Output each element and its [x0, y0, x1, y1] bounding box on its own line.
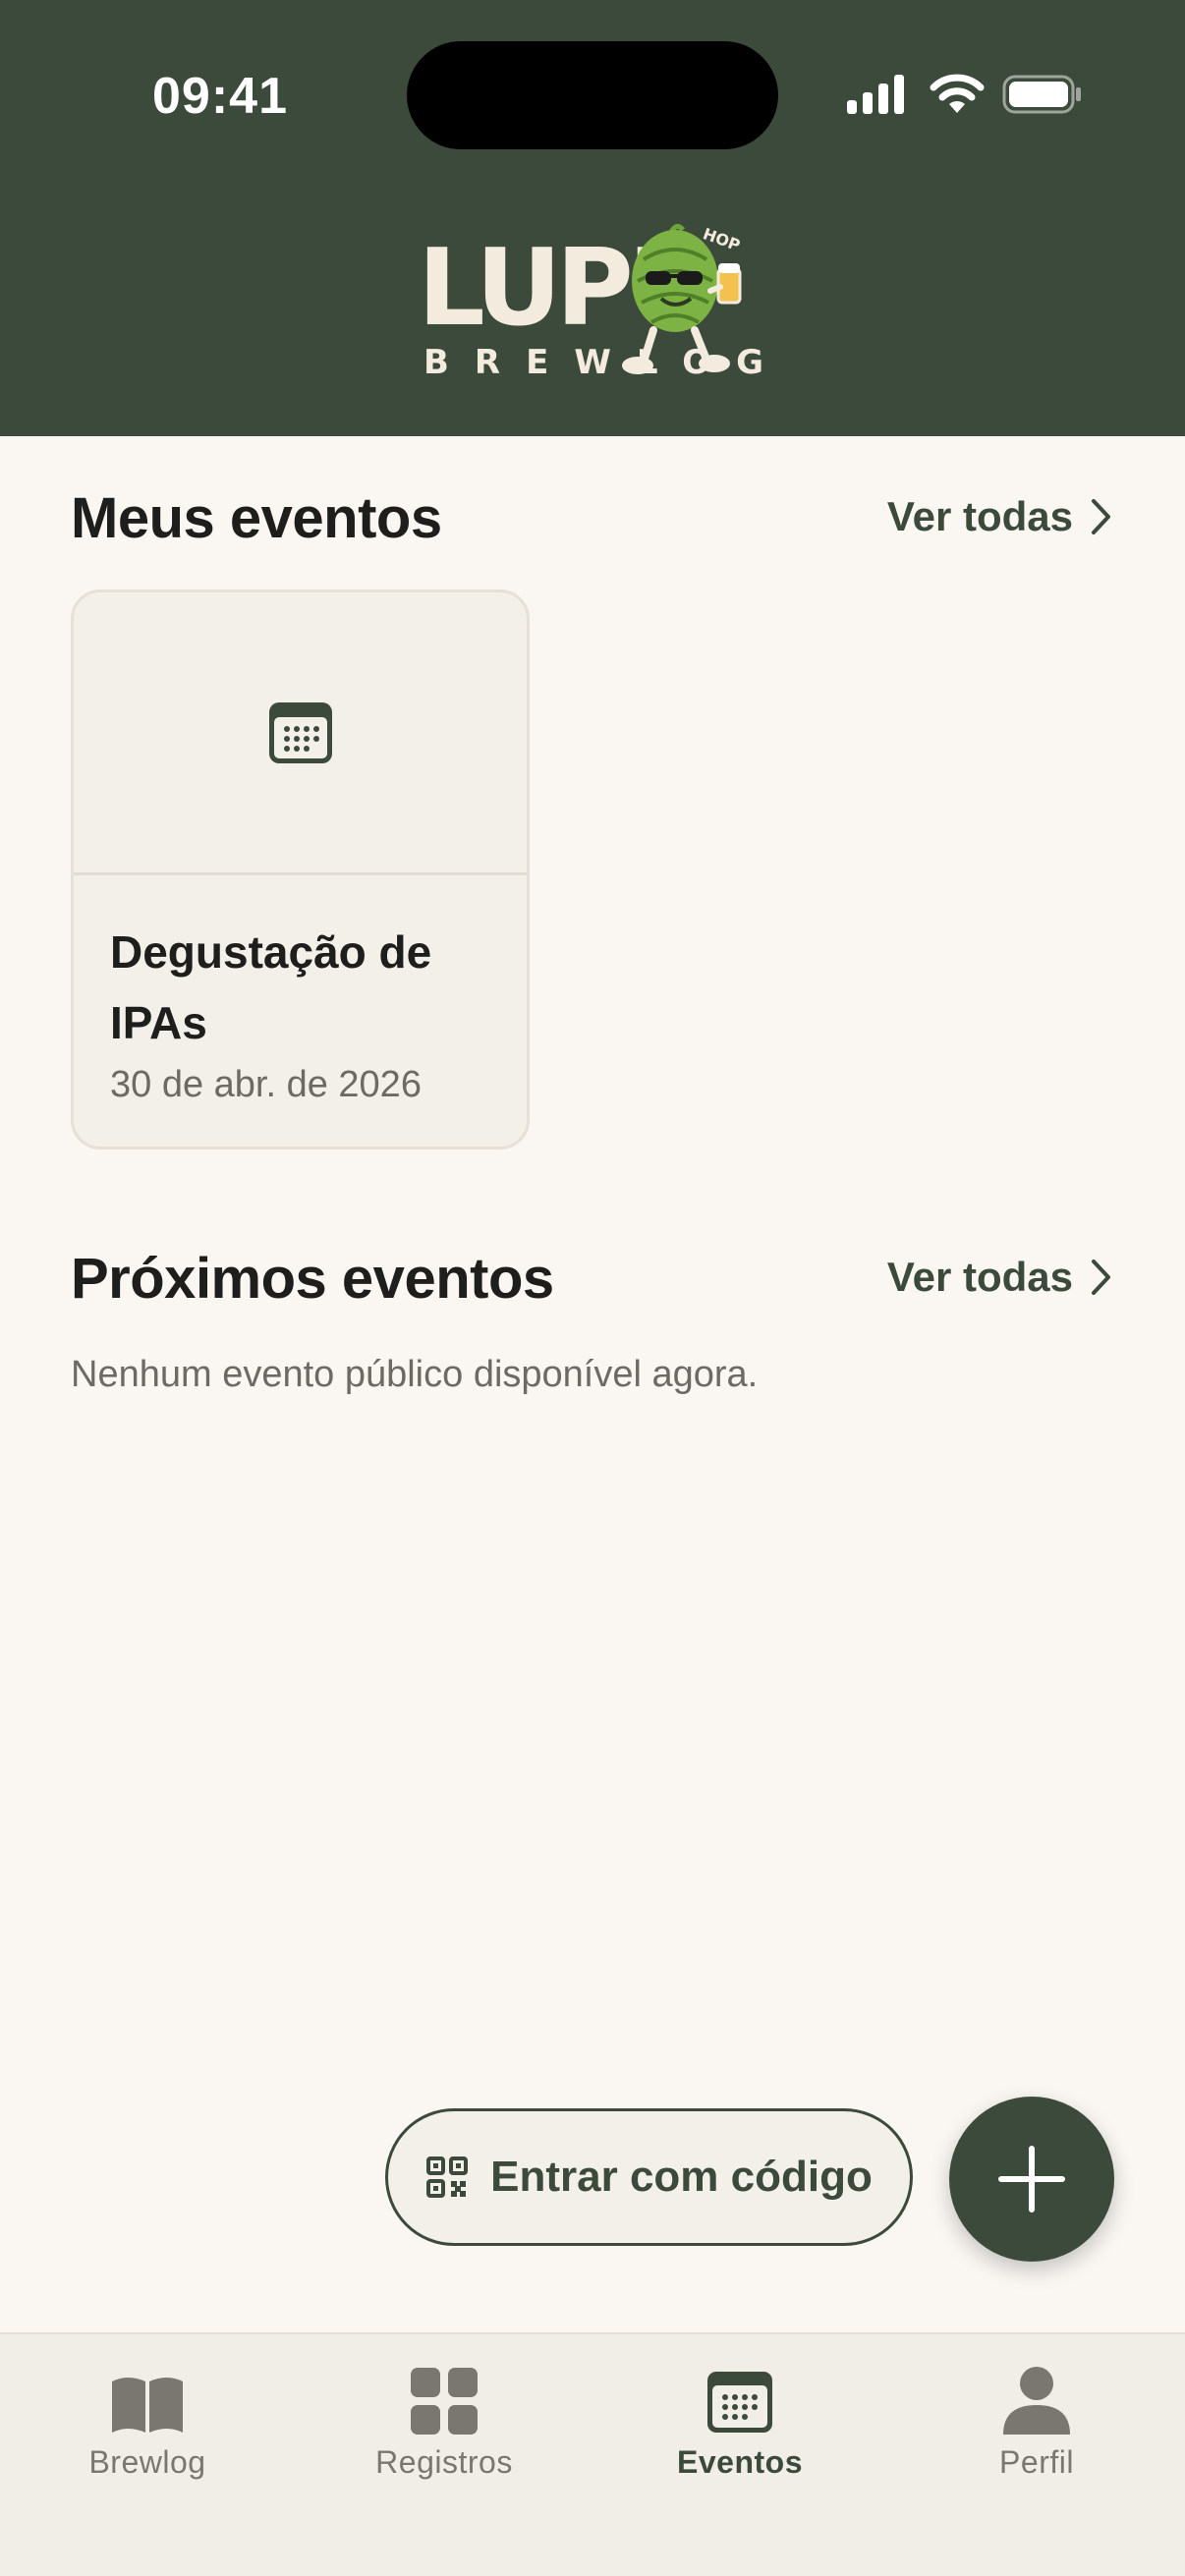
- grid-icon: [411, 2368, 478, 2435]
- event-card-thumbnail: [74, 592, 527, 875]
- chevron-right-icon: [1092, 499, 1110, 534]
- app-header: 09:41 LUPU BREWLOG HOP: [0, 0, 1185, 436]
- event-date: 30 de abr. de 2026: [110, 1064, 422, 1105]
- brand-logo: LUPU BREWLOG HOP: [418, 220, 763, 387]
- cellular-signal-icon: [847, 75, 904, 114]
- tab-label: Perfil: [999, 2444, 1074, 2480]
- chevron-right-icon: [1092, 1260, 1110, 1295]
- battery-icon: [1002, 75, 1081, 114]
- tab-bar: Brewlog Registros Eventos Perfil: [0, 2332, 1185, 2576]
- upcoming-events-empty-message: Nenhum evento público disponível agora.: [71, 1354, 759, 1395]
- event-card[interactable]: Degustação de IPAs 30 de abr. de 2026: [71, 589, 530, 1149]
- upcoming-events-see-all-label: Ver todas: [886, 1254, 1073, 1300]
- tab-registros[interactable]: Registros: [326, 2354, 562, 2492]
- book-icon: [112, 2378, 183, 2433]
- my-events-see-all-label: Ver todas: [886, 493, 1073, 539]
- tab-label: Eventos: [677, 2444, 803, 2480]
- wifi-icon: [930, 74, 985, 113]
- tab-eventos[interactable]: Eventos: [622, 2354, 858, 2492]
- tab-label: Registros: [375, 2444, 513, 2480]
- my-events-see-all-link[interactable]: Ver todas: [887, 493, 1112, 540]
- add-event-button[interactable]: [949, 2097, 1114, 2262]
- upcoming-events-see-all-link[interactable]: Ver todas: [887, 1254, 1112, 1301]
- calendar-icon: [707, 2372, 772, 2433]
- event-name: Degustação de IPAs: [110, 926, 432, 1048]
- tab-label: Brewlog: [88, 2444, 206, 2480]
- dynamic-island: [407, 41, 778, 149]
- tab-brewlog[interactable]: Brewlog: [29, 2354, 265, 2492]
- join-with-code-button[interactable]: Entrar com código: [385, 2108, 913, 2246]
- tab-perfil[interactable]: Perfil: [919, 2354, 1155, 2492]
- plus-icon: [998, 2146, 1065, 2212]
- join-with-code-label: Entrar com código: [490, 2153, 873, 2201]
- status-time: 09:41: [152, 68, 288, 125]
- upcoming-events-title: Próximos eventos: [71, 1247, 554, 1311]
- person-icon: [1003, 2367, 1070, 2435]
- qr-code-icon: [426, 2156, 469, 2198]
- calendar-icon: [268, 701, 332, 763]
- hop-mascot-icon: HOP: [622, 224, 743, 374]
- my-events-title: Meus eventos: [71, 486, 442, 550]
